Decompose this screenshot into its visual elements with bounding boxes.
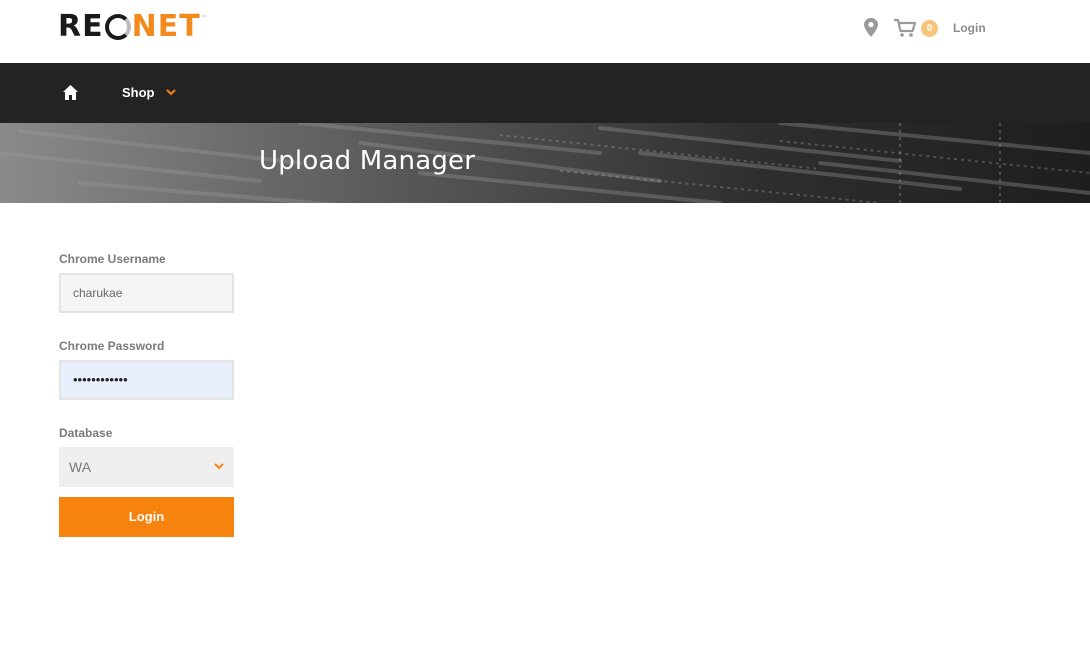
chevron-down-icon (214, 463, 224, 470)
username-field[interactable]: charukae (59, 273, 234, 313)
logo-trademark: ™ (201, 15, 208, 21)
page-banner: Upload Manager (0, 123, 1090, 203)
map-pin-icon[interactable] (862, 17, 880, 39)
password-label: Chrome Password (59, 339, 165, 353)
header-login-link[interactable]: Login (953, 21, 986, 35)
upload-login-form: Chrome Username charukae Chrome Password… (59, 252, 234, 537)
database-select[interactable]: WA (59, 447, 234, 487)
username-label: Chrome Username (59, 252, 166, 266)
password-field[interactable]: •••••••••••• (59, 360, 234, 400)
page-title: Upload Manager (259, 146, 476, 176)
chevron-down-icon (165, 89, 176, 96)
shopping-cart-icon[interactable] (893, 18, 917, 38)
home-icon[interactable] (62, 84, 79, 101)
nav-item-shop[interactable]: Shop (122, 85, 176, 100)
header-actions: 0 Login (862, 16, 986, 40)
top-header: RE NET ™ 0 Login (0, 0, 1090, 63)
nav-item-shop-label: Shop (122, 85, 155, 100)
rebar-background-image (0, 123, 1090, 203)
database-label: Database (59, 426, 113, 440)
main-navbar: Shop (0, 63, 1090, 123)
cart-count-badge: 0 (921, 19, 938, 37)
logo-text-re: RE (58, 9, 104, 44)
reonet-logo[interactable]: RE NET ™ (58, 9, 208, 44)
logo-o-mark (104, 14, 131, 40)
login-button[interactable]: Login (59, 497, 234, 537)
logo-text-net: NET (131, 9, 201, 44)
database-selected-value: WA (69, 459, 92, 475)
